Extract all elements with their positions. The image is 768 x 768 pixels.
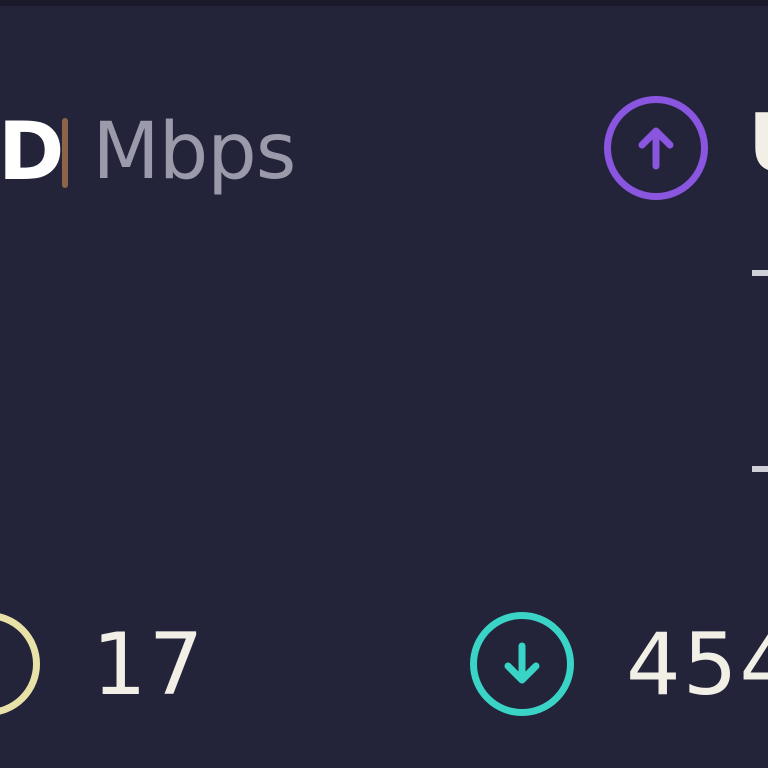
ping-value: 17 xyxy=(92,615,206,715)
arrow-down-circle-icon xyxy=(470,612,574,716)
speed-readout: D Mbps xyxy=(0,104,296,200)
axis-tick xyxy=(752,270,768,276)
panel-top-border xyxy=(0,0,768,6)
arrow-up-circle-icon xyxy=(604,96,708,200)
speed-results-panel: D Mbps U 17 454 xyxy=(0,0,768,768)
axis-tick xyxy=(752,466,768,472)
speed-unit-label: Mbps xyxy=(92,107,296,197)
speed-value-accent xyxy=(62,118,69,188)
ping-icon xyxy=(0,612,40,716)
upload-label: U xyxy=(748,104,768,184)
download-value: 454 xyxy=(626,615,768,715)
speed-value: D xyxy=(0,112,69,192)
